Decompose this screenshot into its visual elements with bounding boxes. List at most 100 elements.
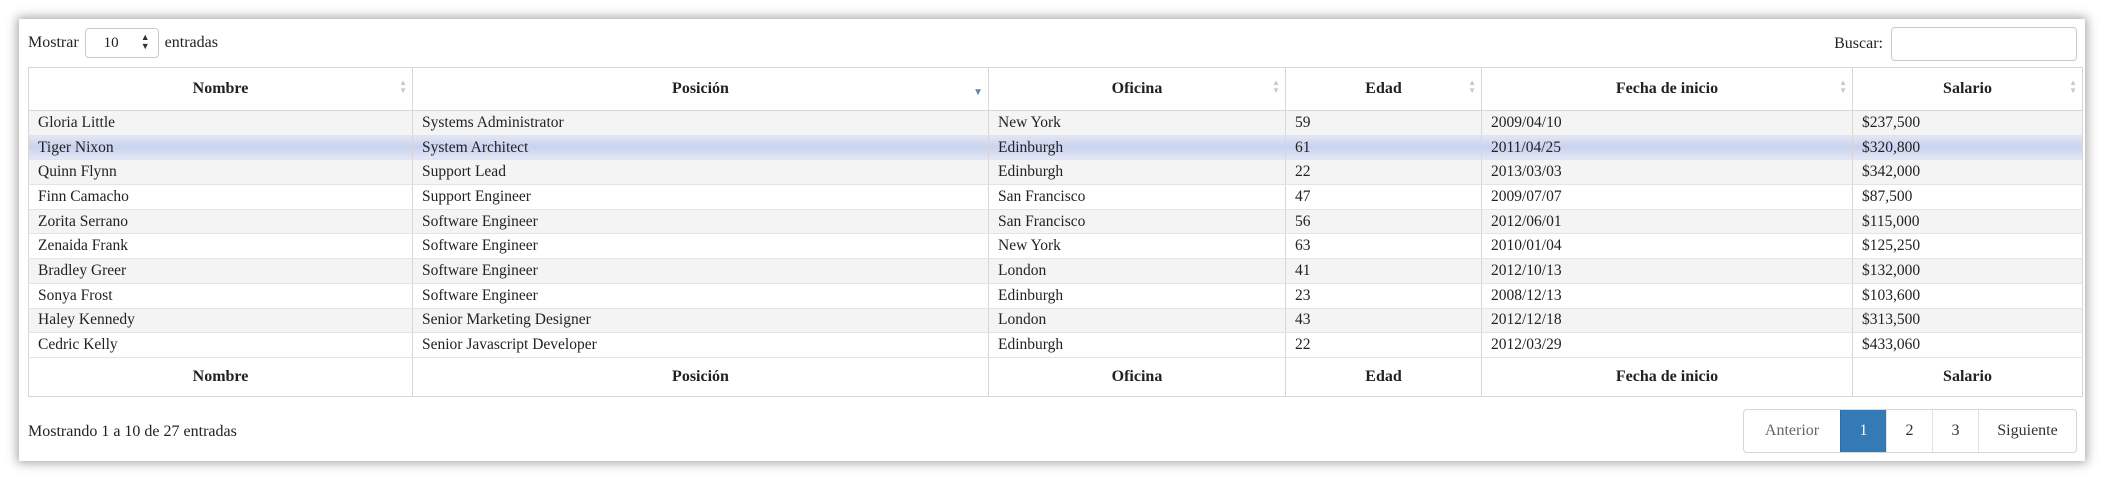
cell-posicion: Software Engineer bbox=[412, 282, 989, 309]
column-header-label: Edad bbox=[1365, 80, 1402, 97]
search-label: Buscar: bbox=[1834, 35, 1883, 52]
page-button-1[interactable]: 1 bbox=[1840, 410, 1886, 452]
sort-both-icon: ▲ ▼ bbox=[1272, 78, 1280, 95]
page-button-2[interactable]: 2 bbox=[1886, 410, 1932, 452]
cell-posicion: Support Engineer bbox=[412, 184, 989, 210]
cell-edad: 41 bbox=[1285, 258, 1482, 284]
cell-nombre: Zorita Serrano bbox=[28, 208, 413, 235]
cell-salario: $125,250 bbox=[1852, 233, 2083, 260]
column-header-label: Posición bbox=[672, 80, 729, 97]
table-row[interactable]: Sonya Frost Software Engineer Edinburgh 23 2… bbox=[28, 282, 2083, 309]
cell-salario: $342,000 bbox=[1852, 159, 2083, 186]
length-prefix-label: Mostrar bbox=[28, 34, 79, 51]
cell-edad: 56 bbox=[1285, 208, 1482, 235]
column-header-label: Salario bbox=[1943, 80, 1992, 97]
cell-nombre: Haley Kennedy bbox=[28, 307, 413, 334]
pagination: Anterior 1 2 3 Siguiente bbox=[1743, 409, 2077, 453]
sort-both-icon: ▲ ▼ bbox=[399, 78, 407, 95]
page-length-select[interactable]: 10 ▲ ▼ bbox=[84, 28, 159, 58]
table-row-highlighted[interactable]: Tiger Nixon System Architect Edinburgh 61 20… bbox=[28, 134, 2083, 161]
sort-both-icon: ▲ ▼ bbox=[2069, 78, 2077, 95]
cell-oficina: London bbox=[988, 307, 1286, 334]
cell-salario: $237,500 bbox=[1852, 110, 2083, 136]
cell-salario: $313,500 bbox=[1852, 307, 2083, 334]
cell-oficina: London bbox=[988, 258, 1286, 284]
column-header-edad[interactable]: Edad ▲ ▼ bbox=[1285, 67, 1482, 111]
column-header-salario[interactable]: Salario ▲ ▼ bbox=[1852, 67, 2083, 111]
cell-fecha: 2012/10/13 bbox=[1481, 258, 1853, 284]
footer-row: Nombre Posición Oficina Edad Fecha de in… bbox=[28, 356, 2083, 397]
footer-header-edad: Edad bbox=[1285, 356, 1482, 397]
table-controls: Mostrar 10 ▲ ▼ entradas Buscar: bbox=[19, 19, 2085, 69]
cell-oficina: San Francisco bbox=[988, 184, 1286, 210]
table-row[interactable]: Zorita Serrano Software Engineer San Franc… bbox=[28, 208, 2083, 235]
cell-salario: $87,500 bbox=[1852, 184, 2083, 210]
cell-fecha: 2012/03/29 bbox=[1481, 332, 1853, 358]
table-row[interactable]: Gloria Little Systems Administrator New Yo… bbox=[28, 110, 2083, 136]
sort-both-icon: ▲ ▼ bbox=[1468, 78, 1476, 95]
footer-header-nombre: Nombre bbox=[28, 356, 413, 397]
data-table: Nombre ▲ ▼ Posición ▼ Oficina ▲ ▼ Edad ▲ ▼ Fech… bbox=[28, 67, 2083, 397]
cell-oficina: Edinburgh bbox=[988, 332, 1286, 358]
table-info: Mostrando 1 a 10 de 27 entradas bbox=[28, 423, 237, 440]
footer-header-salario: Salario bbox=[1852, 356, 2083, 397]
cell-edad: 23 bbox=[1285, 282, 1482, 309]
cell-oficina: Edinburgh bbox=[988, 159, 1286, 186]
column-header-label: Nombre bbox=[192, 80, 249, 97]
column-header-label: Fecha de inicio bbox=[1615, 80, 1719, 97]
datatable-container: Mostrar 10 ▲ ▼ entradas Buscar: Nombre ▲ ▼ … bbox=[19, 19, 2085, 461]
cell-nombre: Sonya Frost bbox=[28, 282, 413, 309]
cell-fecha: 2013/03/03 bbox=[1481, 159, 1853, 186]
table-row[interactable]: Zenaida Frank Software Engineer New York 63… bbox=[28, 233, 2083, 260]
cell-posicion: Senior Marketing Designer bbox=[412, 307, 989, 334]
cell-edad: 61 bbox=[1285, 134, 1482, 161]
cell-salario: $103,600 bbox=[1852, 282, 2083, 309]
cell-fecha: 2008/12/13 bbox=[1481, 282, 1853, 309]
cell-fecha: 2012/06/01 bbox=[1481, 208, 1853, 235]
page-length-value: 10 bbox=[103, 34, 119, 51]
cell-posicion: Software Engineer bbox=[412, 233, 989, 260]
sort-both-icon: ▲ ▼ bbox=[1839, 78, 1847, 95]
cell-fecha: 2009/04/10 bbox=[1481, 110, 1853, 136]
previous-page-button[interactable]: Anterior bbox=[1744, 410, 1840, 452]
cell-salario: $320,800 bbox=[1852, 134, 2083, 161]
cell-nombre: Tiger Nixon bbox=[28, 134, 413, 161]
cell-posicion: Systems Administrator bbox=[412, 110, 989, 136]
search-input[interactable] bbox=[1891, 27, 2077, 61]
cell-fecha: 2010/01/04 bbox=[1481, 233, 1853, 260]
length-suffix-label: entradas bbox=[164, 34, 218, 51]
cell-edad: 22 bbox=[1285, 332, 1482, 358]
cell-oficina: New York bbox=[988, 233, 1286, 260]
column-header-fecha[interactable]: Fecha de inicio ▲ ▼ bbox=[1481, 67, 1853, 111]
next-page-button[interactable]: Siguiente bbox=[1978, 410, 2076, 452]
page-button-3[interactable]: 3 bbox=[1932, 410, 1978, 452]
cell-posicion: System Architect bbox=[412, 134, 989, 161]
cell-nombre: Zenaida Frank bbox=[28, 233, 413, 260]
cell-edad: 47 bbox=[1285, 184, 1482, 210]
table-row[interactable]: Finn Camacho Support Engineer San Francisc… bbox=[28, 184, 2083, 210]
cell-fecha: 2009/07/07 bbox=[1481, 184, 1853, 210]
table-row[interactable]: Bradley Greer Software Engineer London 41 20… bbox=[28, 258, 2083, 284]
column-header-nombre[interactable]: Nombre ▲ ▼ bbox=[28, 67, 413, 111]
column-header-posicion[interactable]: Posición ▼ bbox=[412, 67, 989, 111]
footer-header-oficina: Oficina bbox=[988, 356, 1286, 397]
cell-edad: 43 bbox=[1285, 307, 1482, 334]
cell-posicion: Support Lead bbox=[412, 159, 989, 186]
cell-oficina: San Francisco bbox=[988, 208, 1286, 235]
column-header-label: Oficina bbox=[1111, 80, 1163, 97]
table-row[interactable]: Haley Kennedy Senior Marketing Designer Lo… bbox=[28, 307, 2083, 334]
cell-oficina: Edinburgh bbox=[988, 134, 1286, 161]
cell-nombre: Cedric Kelly bbox=[28, 332, 413, 358]
cell-salario: $132,000 bbox=[1852, 258, 2083, 284]
footer-header-posicion: Posición bbox=[412, 356, 989, 397]
cell-salario: $115,000 bbox=[1852, 208, 2083, 235]
cell-oficina: New York bbox=[988, 110, 1286, 136]
length-menu: Mostrar 10 ▲ ▼ entradas bbox=[28, 28, 218, 58]
table-row[interactable]: Quinn Flynn Support Lead Edinburgh 22 2013/0… bbox=[28, 159, 2083, 186]
cell-edad: 59 bbox=[1285, 110, 1482, 136]
cell-fecha: 2011/04/25 bbox=[1481, 134, 1853, 161]
column-header-oficina[interactable]: Oficina ▲ ▼ bbox=[988, 67, 1286, 111]
search-box: Buscar: bbox=[1834, 27, 2077, 61]
table-row[interactable]: Cedric Kelly Senior Javascript Developer E… bbox=[28, 332, 2083, 358]
cell-nombre: Bradley Greer bbox=[28, 258, 413, 284]
